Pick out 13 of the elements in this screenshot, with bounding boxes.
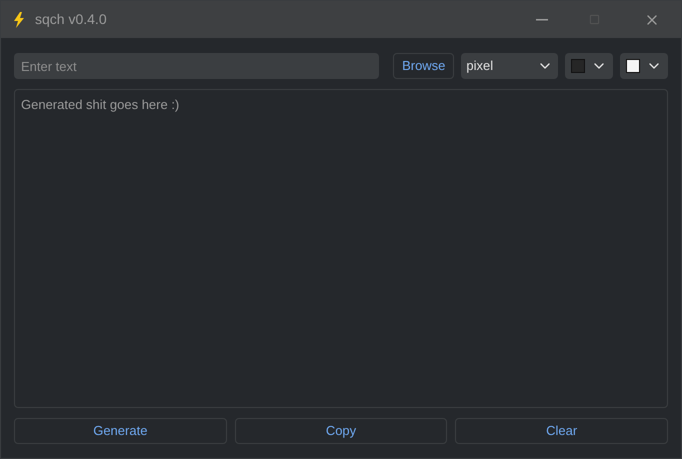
action-button[interactable]: Clear xyxy=(455,418,668,444)
text-input[interactable]: Enter text xyxy=(14,53,380,79)
output-area[interactable]: Generated shit goes here :) xyxy=(14,89,668,408)
browse-button[interactable]: Browse xyxy=(393,53,454,79)
color-picker[interactable] xyxy=(565,53,614,79)
action-button[interactable]: Generate xyxy=(14,418,227,444)
font-dropdown[interactable]: pixel xyxy=(461,53,558,79)
action-button[interactable]: Copy xyxy=(234,418,448,444)
color-picker[interactable] xyxy=(620,53,668,79)
lightning-icon xyxy=(13,12,25,28)
window-title: sqch v0.4.0 xyxy=(35,10,107,29)
minimize-icon xyxy=(536,18,548,20)
maximize-icon xyxy=(588,14,600,25)
